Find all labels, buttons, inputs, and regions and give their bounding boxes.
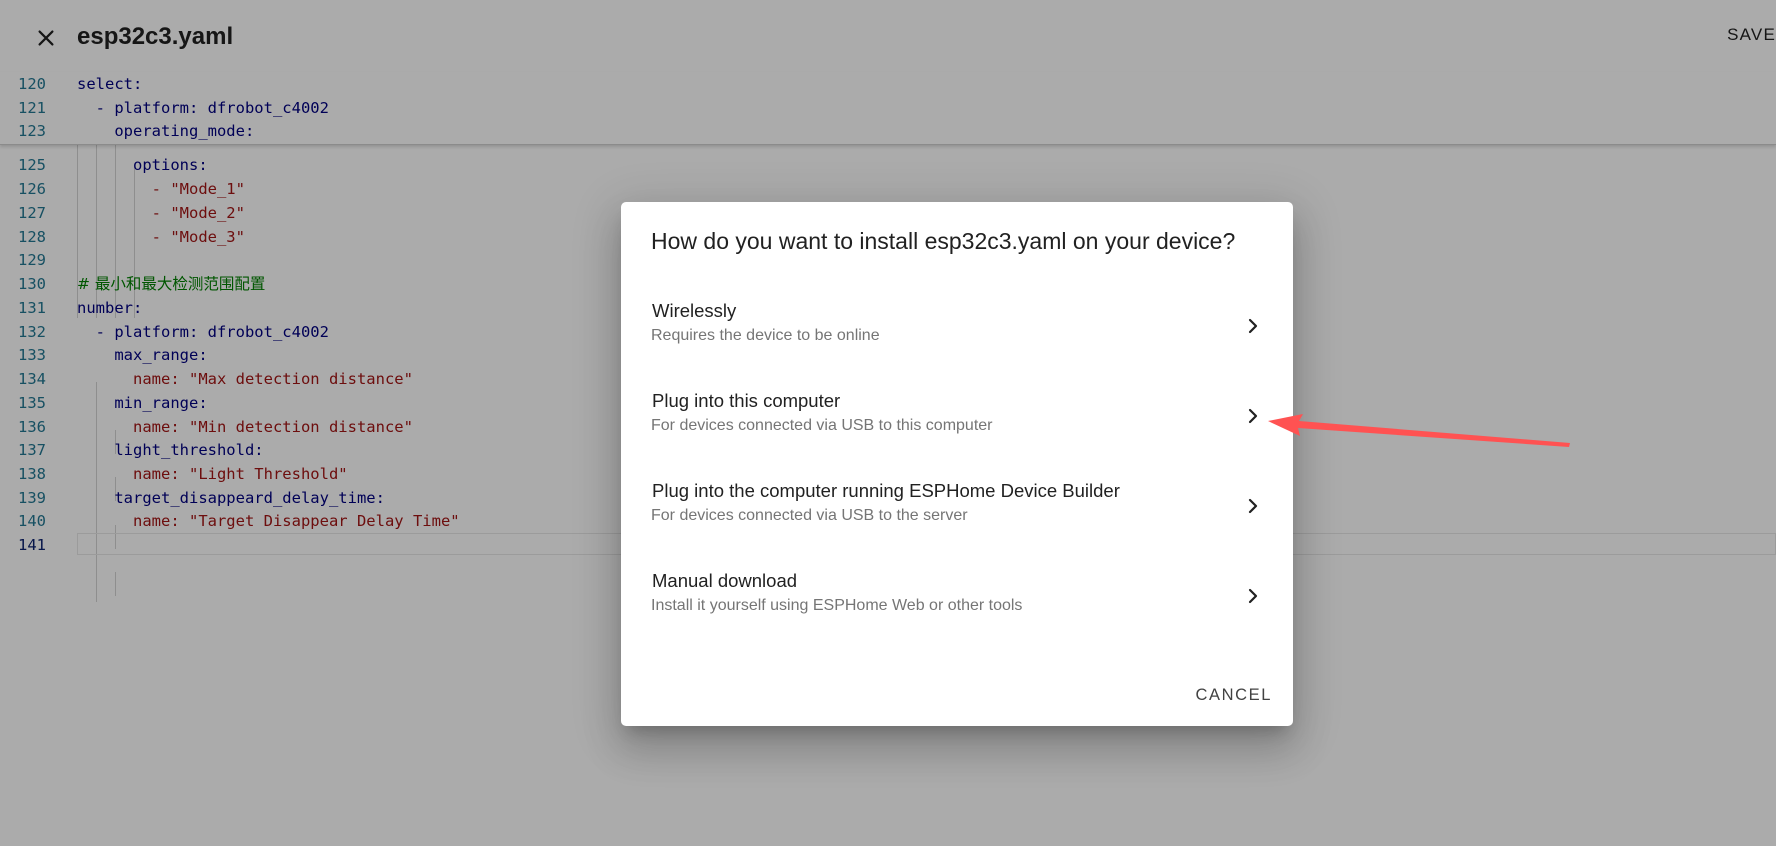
- option-label: Wirelessly: [652, 300, 737, 321]
- option-description: For devices connected via USB to the ser…: [651, 507, 968, 524]
- chevron-right-icon: [1248, 498, 1258, 514]
- option-plug-into-this-computer[interactable]: Plug into this computer For devices conn…: [621, 376, 1293, 462]
- option-wirelessly[interactable]: Wirelessly Requires the device to be onl…: [621, 286, 1293, 372]
- option-label: Manual download: [652, 570, 798, 591]
- option-description: For devices connected via USB to this co…: [651, 417, 993, 434]
- option-description: Install it yourself using ESPHome Web or…: [651, 597, 1023, 614]
- option-label: Plug into this computer: [652, 390, 841, 411]
- option-manual-download[interactable]: Manual download Install it yourself usin…: [621, 556, 1293, 642]
- option-description: Requires the device to be online: [651, 327, 880, 344]
- cancel-button[interactable]: CANCEL: [1195, 686, 1272, 705]
- option-plug-into-server[interactable]: Plug into the computer running ESPHome D…: [621, 466, 1293, 552]
- chevron-right-icon: [1248, 588, 1258, 604]
- dialog-title: How do you want to install esp32c3.yaml …: [651, 228, 1236, 254]
- install-dialog: How do you want to install esp32c3.yaml …: [621, 202, 1293, 726]
- chevron-right-icon: [1248, 408, 1258, 424]
- page: esp32c3.yaml SAVE 120 select: 121 - plat…: [0, 0, 1776, 846]
- option-label: Plug into the computer running ESPHome D…: [652, 480, 1120, 501]
- chevron-right-icon: [1248, 318, 1258, 334]
